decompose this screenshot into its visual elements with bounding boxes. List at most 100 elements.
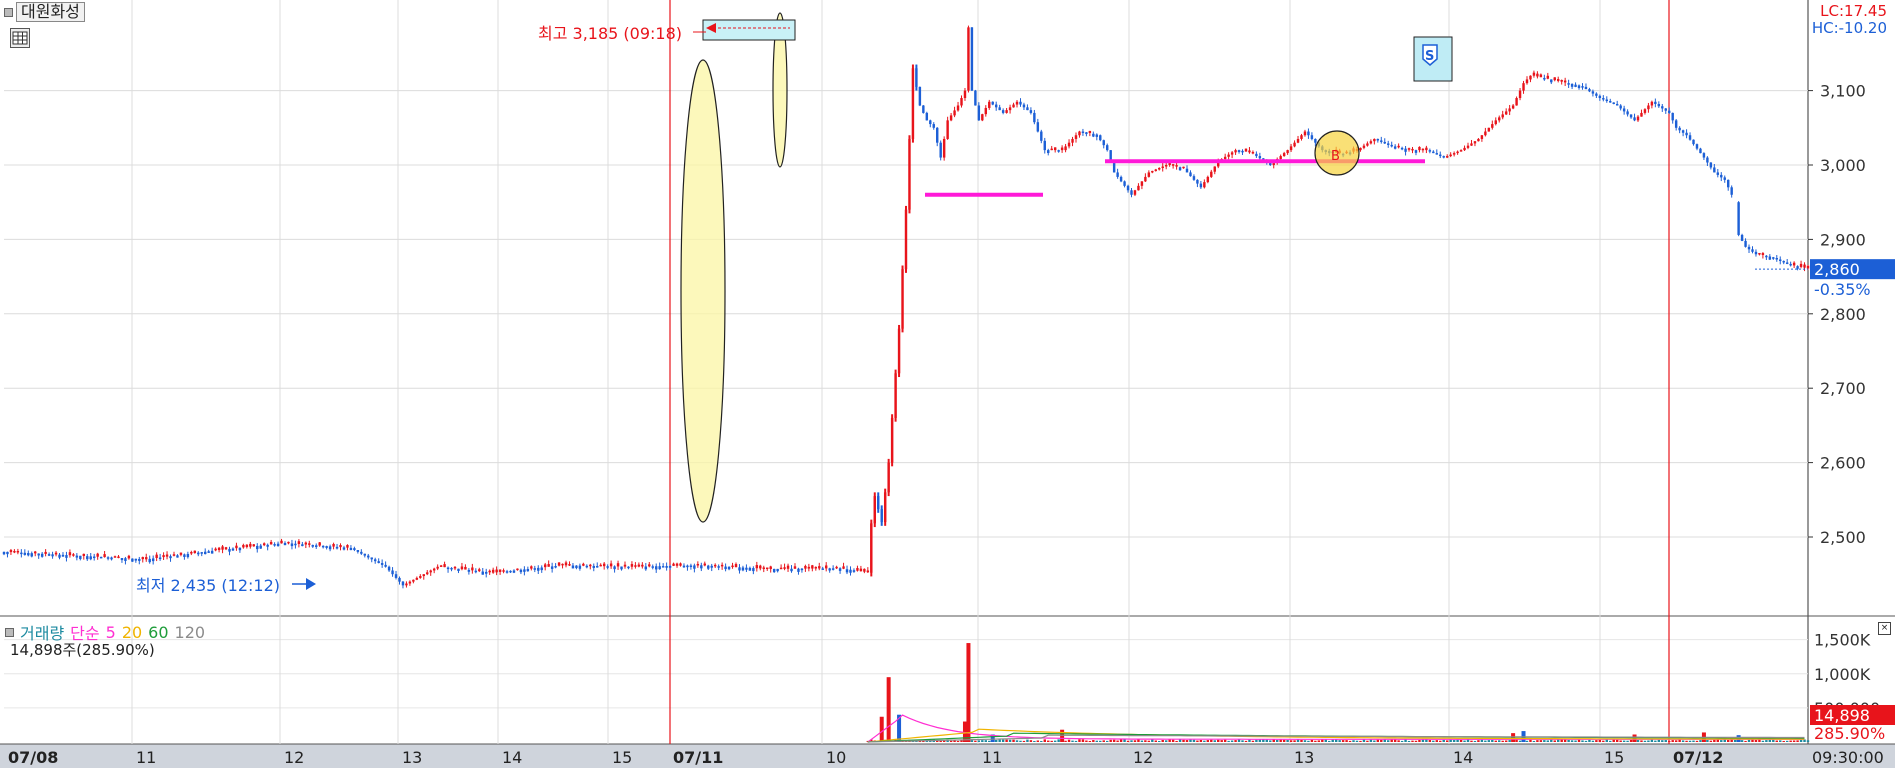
candle-body — [134, 558, 138, 561]
candle-body — [1001, 110, 1005, 113]
volume-bar — [1678, 739, 1681, 742]
candle-body — [1369, 141, 1373, 144]
candle-body — [1380, 140, 1383, 142]
candle-body — [439, 565, 443, 567]
stock-name-tag[interactable]: 대원화성 — [4, 2, 85, 22]
volume-bar — [1414, 740, 1418, 742]
candle-body — [585, 565, 589, 568]
volume-bar — [1185, 740, 1189, 742]
volume-bar — [1609, 740, 1612, 742]
volume-bar — [1171, 739, 1175, 742]
volume-bar — [1598, 739, 1602, 742]
volume-bar — [1726, 740, 1730, 742]
volume-bar — [1019, 740, 1022, 742]
volume-bar — [1747, 739, 1751, 742]
candle-body — [204, 551, 207, 555]
candle-body — [273, 544, 276, 546]
stock-name-toggle-icon[interactable] — [4, 7, 13, 17]
volume-bar — [1619, 740, 1622, 742]
candle-body — [1661, 106, 1664, 109]
candle-body — [1477, 138, 1480, 142]
volume-bar — [1473, 740, 1477, 742]
candle-body — [1359, 147, 1362, 151]
volume-bar — [974, 740, 977, 742]
candle-body — [512, 570, 516, 573]
candle-body — [1560, 79, 1563, 82]
candle-body — [1591, 91, 1595, 94]
candle-body — [658, 566, 661, 570]
price-tick-label: 2,500 — [1820, 528, 1866, 547]
candle-body — [936, 127, 939, 143]
candle-body — [1765, 255, 1768, 258]
candle-body — [1088, 130, 1092, 134]
volume-bar — [886, 677, 891, 742]
volume-bar — [1459, 739, 1463, 742]
candle-body — [1713, 167, 1716, 173]
volume-bar — [1366, 740, 1369, 742]
volume-bar — [1636, 740, 1640, 742]
candle-body — [703, 563, 706, 566]
volume-bar — [1529, 739, 1532, 742]
volume-bar — [966, 643, 971, 742]
volume-bar — [1654, 740, 1657, 742]
candle-body — [79, 555, 82, 560]
volume-bar — [977, 740, 981, 742]
volume-bar — [1713, 739, 1716, 742]
volume-bar — [1574, 740, 1577, 742]
grid-table-button[interactable] — [10, 28, 30, 48]
volume-bar — [1782, 740, 1785, 742]
candle-body — [1362, 145, 1366, 148]
candle-body — [1449, 154, 1452, 157]
candle-body — [311, 545, 314, 547]
current-price-value: 2,860 — [1814, 260, 1860, 279]
candle-body — [224, 547, 228, 550]
candle-body — [214, 548, 217, 551]
candle-body — [519, 569, 523, 573]
candle-body — [37, 553, 40, 556]
candle-body — [1178, 167, 1182, 171]
candle-body — [752, 568, 755, 572]
volume-bar — [1518, 740, 1522, 742]
candle-body — [1664, 108, 1667, 111]
candle-body — [1511, 105, 1515, 109]
candle-body — [1452, 153, 1456, 155]
candle-body — [1581, 86, 1584, 88]
volume-bar — [1674, 740, 1678, 742]
volume-bar — [1158, 740, 1161, 742]
volume-bar — [1303, 740, 1307, 742]
volume-bar — [994, 739, 998, 742]
candle-body — [1244, 148, 1248, 152]
volume-bar — [1258, 739, 1262, 742]
candle-body — [259, 545, 262, 549]
volume-bar — [1265, 739, 1269, 742]
candle-body — [776, 568, 779, 572]
volume-bar — [1380, 739, 1383, 742]
volume-bar — [1275, 739, 1279, 742]
price-tick-label: 2,700 — [1820, 379, 1866, 398]
grid-table-icon — [12, 31, 28, 45]
candle-body — [1040, 131, 1043, 141]
candle-body — [759, 565, 762, 569]
candle-body — [960, 98, 963, 106]
candle-body — [731, 565, 734, 568]
volume-bar — [1168, 739, 1171, 742]
candle-body — [1640, 112, 1643, 117]
time-tick-label: 11 — [136, 748, 156, 767]
candle-body — [488, 570, 491, 573]
volume-bar — [1792, 740, 1796, 742]
candle-body — [235, 545, 238, 549]
volume-bar — [1279, 739, 1282, 742]
volume-toggle-icon[interactable] — [5, 627, 14, 637]
volume-bar — [1092, 740, 1095, 742]
candle-body — [717, 566, 720, 568]
candle-body — [68, 552, 72, 556]
volume-close-icon[interactable]: × — [1878, 622, 1891, 635]
volume-bar — [1397, 740, 1400, 742]
volume-bar — [1647, 740, 1650, 742]
stock-chart[interactable]: 3,100 3,000 2,900 2,800 2,700 2,600 2,500 1,500… — [0, 0, 1895, 768]
volume-bar — [1733, 739, 1737, 742]
volume-bar — [1730, 739, 1733, 742]
candle-body — [328, 546, 332, 550]
sell-signal-label: S — [1425, 49, 1434, 64]
volume-bar — [1421, 739, 1425, 742]
